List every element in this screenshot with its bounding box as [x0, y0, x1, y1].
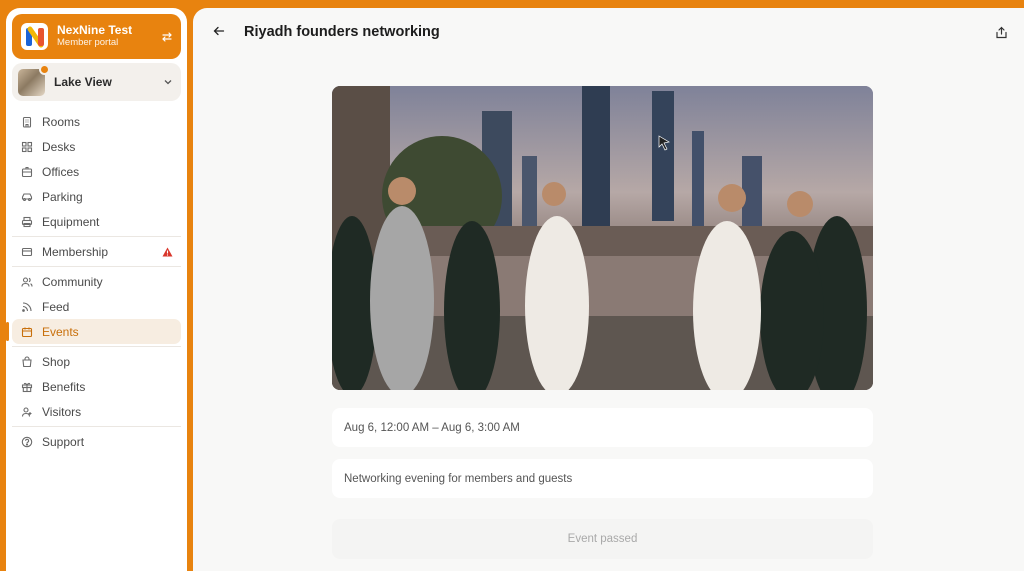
printer-icon	[21, 216, 33, 228]
brand-name: NexNine Test	[57, 23, 133, 38]
warning-icon	[162, 247, 173, 257]
building-icon	[21, 116, 33, 128]
card-icon	[21, 246, 33, 258]
sidebar-item-label: Offices	[42, 164, 80, 179]
bag-icon	[21, 355, 33, 368]
sidebar-nav: Rooms Desks Offices Parking Equipment Me…	[6, 109, 181, 454]
sidebar-item-feed[interactable]: Feed	[12, 294, 181, 319]
sidebar-item-label: Equipment	[42, 214, 100, 229]
event-status-button: Event passed	[332, 519, 873, 559]
nav-divider	[12, 426, 181, 427]
main-content: Riyadh founders networking Aug 6, 12:00 …	[193, 8, 1024, 571]
sidebar-item-rooms[interactable]: Rooms	[12, 109, 181, 134]
car-icon	[21, 191, 33, 203]
sidebar-item-label: Membership	[42, 244, 109, 259]
help-icon	[21, 436, 33, 448]
event-description: Networking evening for members and guest…	[332, 459, 873, 498]
grid-icon	[21, 141, 33, 153]
nav-divider	[12, 346, 181, 347]
brand-logo	[21, 23, 48, 50]
rss-icon	[21, 301, 33, 313]
back-arrow-icon[interactable]	[213, 25, 227, 39]
sidebar-item-label: Community	[42, 274, 103, 289]
chevron-down-icon	[163, 77, 173, 87]
location-thumbnail	[18, 63, 50, 96]
sidebar-item-label: Benefits	[42, 379, 86, 394]
sidebar-item-desks[interactable]: Desks	[12, 134, 181, 159]
event-datetime: Aug 6, 12:00 AM – Aug 6, 3:00 AM	[332, 408, 873, 447]
sidebar-item-label: Parking	[42, 189, 83, 204]
sidebar-item-label: Feed	[42, 299, 70, 314]
sidebar: NexNine Test Member portal Lake View Roo…	[6, 8, 187, 571]
sidebar-item-label: Shop	[42, 354, 71, 369]
sidebar-item-events[interactable]: Events	[6, 319, 181, 344]
gift-icon	[21, 381, 33, 393]
location-name: Lake View	[54, 75, 112, 89]
sidebar-item-parking[interactable]: Parking	[12, 184, 181, 209]
sidebar-item-support[interactable]: Support	[12, 429, 181, 454]
page-title: Riyadh founders networking	[244, 24, 440, 40]
page-header: Riyadh founders networking	[193, 8, 1024, 56]
sidebar-item-equipment[interactable]: Equipment	[12, 209, 181, 234]
switch-icon[interactable]	[161, 31, 173, 43]
sidebar-item-label: Visitors	[42, 404, 82, 419]
event-cover-image	[332, 86, 873, 390]
brand-subtitle: Member portal	[57, 36, 119, 48]
nav-divider	[12, 236, 181, 237]
location-selector[interactable]: Lake View	[12, 63, 181, 101]
sidebar-item-membership[interactable]: Membership	[12, 239, 181, 264]
users-icon	[21, 276, 33, 288]
brand-header[interactable]: NexNine Test Member portal	[12, 14, 181, 59]
share-icon[interactable]	[995, 26, 1008, 39]
sidebar-item-label: Events	[42, 324, 79, 339]
sidebar-item-label: Rooms	[42, 114, 81, 129]
sidebar-item-shop[interactable]: Shop	[12, 349, 181, 374]
location-badge	[39, 63, 50, 75]
sidebar-item-visitors[interactable]: Visitors	[12, 399, 181, 424]
nav-divider	[12, 266, 181, 267]
sidebar-item-benefits[interactable]: Benefits	[12, 374, 181, 399]
calendar-icon	[21, 326, 33, 338]
sidebar-item-label: Desks	[42, 139, 76, 154]
visitors-icon	[21, 406, 33, 418]
sidebar-item-community[interactable]: Community	[12, 269, 181, 294]
sidebar-item-label: Support	[42, 434, 85, 449]
offices-icon	[21, 166, 33, 178]
sidebar-item-offices[interactable]: Offices	[12, 159, 181, 184]
